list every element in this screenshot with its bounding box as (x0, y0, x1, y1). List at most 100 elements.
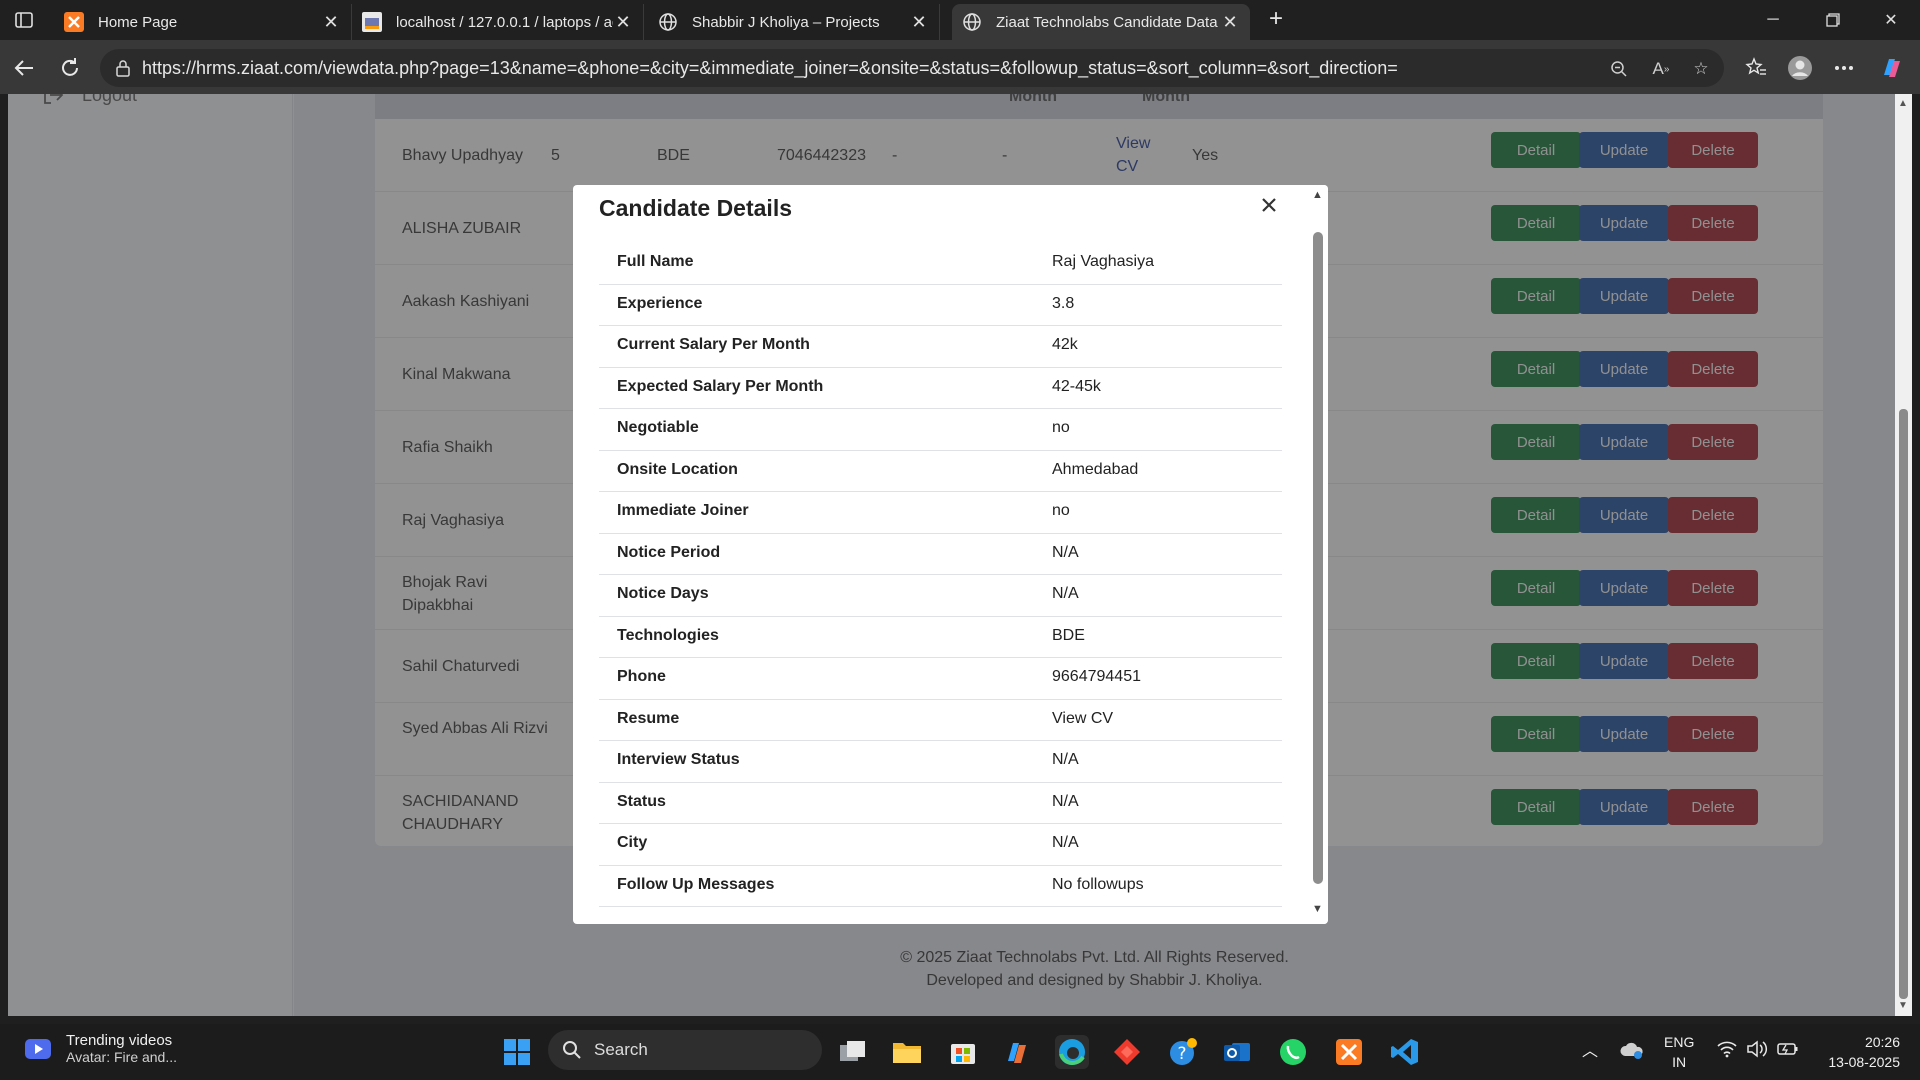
detail-value: N/A (1052, 834, 1079, 851)
restore-icon[interactable] (1804, 0, 1862, 40)
detail-row: Immediate Joiner no (599, 492, 1282, 534)
edge-browser-icon[interactable] (1055, 1035, 1089, 1069)
detail-value: 42-45k (1052, 377, 1101, 395)
detail-label: Expected Salary Per Month (617, 377, 824, 395)
scroll-up-icon[interactable]: ▲ (1312, 189, 1323, 201)
vscode-icon[interactable] (1388, 1035, 1422, 1069)
scroll-up-icon[interactable]: ▲ (1898, 98, 1908, 109)
whatsapp-icon[interactable] (1276, 1035, 1310, 1069)
anydesk-icon[interactable] (1110, 1035, 1144, 1069)
detail-row: Expected Salary Per Month 42-45k (599, 368, 1282, 409)
detail-row: Experience 3.8 (599, 285, 1282, 326)
detail-row: Notice Days N/A (599, 575, 1282, 617)
refresh-icon[interactable] (56, 54, 84, 82)
modal-title: Candidate Details (599, 195, 792, 221)
scroll-down-icon[interactable]: ▼ (1312, 903, 1323, 915)
detail-row: Resume View CV (599, 700, 1282, 741)
favorite-star-icon[interactable]: ☆ (1690, 58, 1712, 80)
clock-date: 13-08-2025 (1828, 1054, 1900, 1070)
detail-row: Full Name Raj Vaghasiya (599, 243, 1282, 285)
video-play-icon (25, 1038, 51, 1059)
tab-title: localhost / 127.0.0.1 / laptops / ad (396, 13, 613, 31)
detail-label: Status (617, 792, 666, 810)
detail-label: Experience (617, 294, 703, 312)
detail-value: N/A (1052, 585, 1079, 602)
detail-label: Full Name (617, 253, 694, 270)
tab-home-page[interactable]: Home Page ✕ (54, 4, 352, 40)
region-label: IN (1672, 1054, 1687, 1070)
page-scrollbar[interactable]: ▲ ▼ (1895, 94, 1912, 1016)
battery-icon[interactable] (1776, 1040, 1800, 1063)
detail-label: Negotiable (617, 419, 699, 436)
detail-row: Interview Status N/A (599, 741, 1282, 783)
zoom-icon[interactable] (1608, 58, 1630, 80)
detail-label: Onsite Location (617, 460, 738, 478)
detail-value: no (1052, 419, 1070, 436)
widget-subtitle: Avatar: Fire and... (66, 1049, 178, 1065)
favorites-icon[interactable] (1742, 54, 1770, 82)
detail-value: Ahmedabad (1052, 460, 1139, 478)
detail-row: Phone 9664794451 (599, 658, 1282, 700)
tab-title: Ziaat Technolabs Candidate Data (996, 13, 1218, 31)
settings-more-icon[interactable] (1830, 54, 1858, 82)
xampp-icon (64, 12, 84, 32)
help-app-icon[interactable]: ? (1166, 1035, 1200, 1069)
phpmyadmin-icon (362, 12, 382, 32)
language-label: ENG (1664, 1034, 1695, 1050)
widget-title: Trending videos (66, 1032, 173, 1049)
language-indicator[interactable]: ENG IN (1664, 1032, 1694, 1072)
detail-label: Resume (617, 709, 680, 727)
search-label: Search (594, 1040, 648, 1059)
detail-row: Status N/A (599, 783, 1282, 824)
new-tab-button[interactable]: + (1262, 6, 1290, 34)
detail-row: Current Salary Per Month 42k (599, 326, 1282, 368)
taskbar-search[interactable]: Search (548, 1030, 822, 1070)
resume-link[interactable]: View CV (1052, 710, 1113, 728)
onedrive-icon[interactable] (1620, 1040, 1644, 1065)
modal-close-button[interactable] (1255, 191, 1283, 219)
copilot-icon[interactable] (1878, 54, 1906, 82)
detail-row: City N/A (599, 824, 1282, 866)
xampp-app-icon[interactable] (1332, 1035, 1366, 1069)
volume-icon[interactable] (1746, 1040, 1768, 1063)
task-view-icon[interactable] (836, 1035, 870, 1069)
tab-projects[interactable]: Shabbir J Kholiya – Projects ✕ (648, 4, 940, 40)
tab-phpmyadmin[interactable]: localhost / 127.0.0.1 / laptops / ad ✕ (352, 4, 644, 40)
detail-label: City (617, 834, 648, 851)
back-icon[interactable] (10, 54, 38, 82)
detail-value: no (1052, 502, 1070, 519)
detail-row: Notice Period N/A (599, 534, 1282, 575)
address-bar[interactable]: https://hrms.ziaat.com/viewdata.php?page… (100, 49, 1724, 87)
minimize-icon[interactable]: ─ (1744, 0, 1802, 40)
page-scrollbar-thumb[interactable] (1899, 409, 1908, 999)
windows-start-icon[interactable] (500, 1035, 534, 1069)
tab-candidate-data[interactable]: Ziaat Technolabs Candidate Data ✕ (952, 4, 1250, 40)
detail-label: Immediate Joiner (617, 502, 749, 519)
microsoft-store-icon[interactable] (946, 1035, 980, 1069)
close-window-icon[interactable]: ✕ (1862, 0, 1920, 40)
profile-avatar-icon[interactable] (1786, 54, 1814, 82)
detail-row: Onsite Location Ahmedabad (599, 451, 1282, 492)
close-tab-icon[interactable]: ✕ (909, 12, 929, 33)
show-hidden-icons[interactable]: ︿ (1582, 1042, 1598, 1062)
modal-scrollbar[interactable]: ▲ ▼ (1307, 185, 1328, 924)
modal-scrollbar-thumb[interactable] (1313, 232, 1323, 884)
scroll-down-icon[interactable]: ▼ (1898, 1000, 1908, 1011)
search-icon (563, 1041, 581, 1059)
site-info-icon[interactable] (114, 59, 132, 77)
wifi-icon[interactable] (1716, 1040, 1738, 1063)
url-text: https://hrms.ziaat.com/viewdata.php?page… (142, 58, 1398, 78)
copilot-app-icon[interactable] (1000, 1035, 1034, 1069)
widgets-button[interactable]: Trending videos Avatar: Fire and... (24, 1032, 177, 1065)
clock[interactable]: 20:26 13-08-2025 (1816, 1032, 1900, 1072)
tab-actions-icon[interactable] (10, 8, 38, 32)
file-explorer-icon[interactable] (890, 1035, 924, 1069)
close-tab-icon[interactable]: ✕ (1220, 12, 1240, 33)
close-tab-icon[interactable]: ✕ (613, 12, 633, 33)
read-aloud-icon[interactable]: A» (1650, 58, 1672, 80)
detail-value: 9664794451 (1052, 668, 1141, 685)
detail-label: Interview Status (617, 751, 740, 768)
outlook-icon[interactable] (1220, 1035, 1254, 1069)
clock-time: 20:26 (1864, 1034, 1900, 1050)
close-tab-icon[interactable]: ✕ (321, 12, 341, 33)
